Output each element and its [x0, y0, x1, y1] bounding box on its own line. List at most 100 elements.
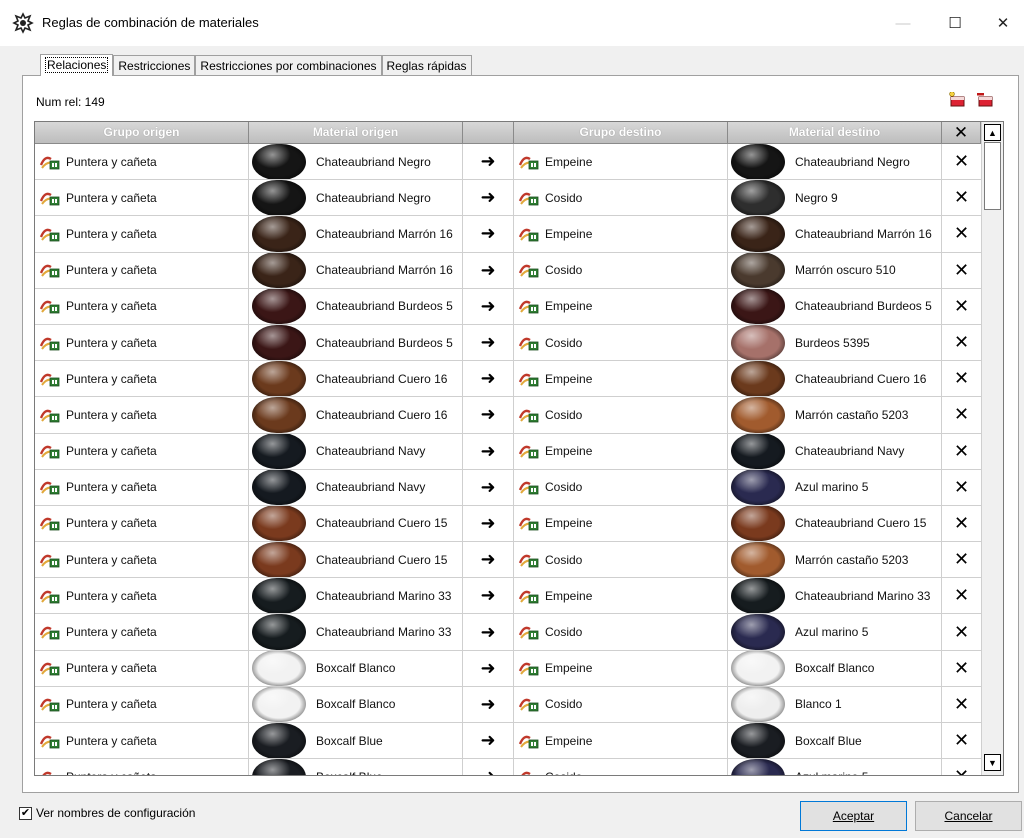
tab-restricciones[interactable]: Restricciones: [113, 55, 196, 76]
cell-grupo-destino[interactable]: Cosido: [514, 469, 728, 505]
scroll-thumb[interactable]: [984, 142, 1001, 210]
cell-delete[interactable]: ✕: [942, 687, 981, 722]
delete-row-icon[interactable]: ✕: [954, 549, 969, 570]
cell-grupo-origen[interactable]: Puntera y cañeta: [35, 469, 249, 505]
cell-grupo-destino[interactable]: Cosido: [514, 252, 728, 288]
delete-row-icon[interactable]: ✕: [954, 187, 969, 208]
cell-material-destino[interactable]: Burdeos 5395: [728, 324, 942, 361]
cell-delete[interactable]: ✕: [942, 397, 981, 432]
table-row[interactable]: Puntera y cañeta Chateaubriand Marrón 16 ➜…: [35, 216, 981, 253]
cell-material-destino[interactable]: Blanco 1: [728, 686, 942, 722]
cell-material-origen[interactable]: Boxcalf Blanco: [249, 686, 463, 722]
scroll-up-button[interactable]: ▲: [984, 124, 1001, 141]
tab-relaciones[interactable]: Relaciones: [40, 54, 114, 76]
cell-delete[interactable]: ✕: [942, 578, 981, 613]
cell-material-origen[interactable]: Chateaubriand Navy: [249, 433, 463, 469]
delete-row-icon[interactable]: ✕: [954, 296, 969, 317]
cell-grupo-origen[interactable]: Puntera y cañeta: [35, 759, 249, 775]
cell-material-origen[interactable]: Chateaubriand Burdeos 5: [249, 288, 463, 324]
cell-grupo-origen[interactable]: Puntera y cañeta: [35, 650, 249, 686]
cell-material-destino[interactable]: Chateaubriand Cuero 16: [728, 361, 942, 397]
cell-grupo-destino[interactable]: Empeine: [514, 361, 728, 397]
cell-grupo-destino[interactable]: Cosido: [514, 614, 728, 650]
cell-grupo-origen[interactable]: Puntera y cañeta: [35, 433, 249, 469]
delete-row-icon[interactable]: ✕: [954, 730, 969, 751]
cell-material-destino[interactable]: Boxcalf Blanco: [728, 650, 942, 686]
delete-row-icon[interactable]: ✕: [954, 223, 969, 244]
cell-material-origen[interactable]: Boxcalf Blue: [249, 723, 463, 759]
cell-material-origen[interactable]: Chateaubriand Cuero 16: [249, 397, 463, 433]
table-row[interactable]: Puntera y cañeta Boxcalf Blanco ➜ Cosido Bla…: [35, 686, 981, 723]
table-row[interactable]: Puntera y cañeta Boxcalf Blue ➜ Empeine Boxc…: [35, 723, 981, 760]
delete-all-button[interactable]: ✕: [942, 122, 981, 144]
delete-row-icon[interactable]: ✕: [954, 694, 969, 715]
cell-grupo-destino[interactable]: Cosido: [514, 324, 728, 361]
cell-grupo-destino[interactable]: Empeine: [514, 144, 728, 180]
cell-grupo-origen[interactable]: Puntera y cañeta: [35, 180, 249, 216]
cell-delete[interactable]: ✕: [942, 542, 981, 577]
cell-grupo-destino[interactable]: Cosido: [514, 686, 728, 722]
cell-grupo-origen[interactable]: Puntera y cañeta: [35, 144, 249, 180]
cell-material-origen[interactable]: Chateaubriand Cuero 15: [249, 505, 463, 542]
cell-grupo-origen[interactable]: Puntera y cañeta: [35, 216, 249, 252]
table-row[interactable]: Puntera y cañeta Boxcalf Blue ➜ Cosido Azul …: [35, 759, 981, 775]
cell-grupo-destino[interactable]: Cosido: [514, 397, 728, 433]
scroll-down-button[interactable]: ▼: [984, 754, 1001, 771]
cell-material-destino[interactable]: Marrón castaño 5203: [728, 397, 942, 433]
cell-grupo-destino[interactable]: Cosido: [514, 542, 728, 578]
cell-delete[interactable]: ✕: [942, 470, 981, 505]
cell-delete[interactable]: ✕: [942, 651, 981, 686]
header-grupo-origen[interactable]: Grupo origen: [35, 122, 249, 144]
vertical-scrollbar[interactable]: ▲ ▼: [981, 122, 1003, 775]
header-material-origen[interactable]: Material origen: [249, 122, 463, 144]
cell-grupo-origen[interactable]: Puntera y cañeta: [35, 288, 249, 324]
cell-material-origen[interactable]: Chateaubriand Marrón 16: [249, 252, 463, 288]
cell-grupo-origen[interactable]: Puntera y cañeta: [35, 324, 249, 361]
cell-grupo-destino[interactable]: Empeine: [514, 288, 728, 324]
cell-delete[interactable]: ✕: [942, 253, 981, 288]
cell-delete[interactable]: ✕: [942, 434, 981, 469]
delete-row-icon[interactable]: ✕: [954, 513, 969, 534]
maximize-button[interactable]: ☐: [932, 6, 978, 40]
cell-material-destino[interactable]: Chateaubriand Burdeos 5: [728, 288, 942, 324]
table-row[interactable]: Puntera y cañeta Chateaubriand Burdeos 5 ➜…: [35, 288, 981, 325]
cell-delete[interactable]: ✕: [942, 325, 981, 360]
delete-row-icon[interactable]: ✕: [954, 404, 969, 425]
delete-row-icon[interactable]: ✕: [954, 658, 969, 679]
cell-material-destino[interactable]: Chateaubriand Negro: [728, 144, 942, 180]
delete-row-icon[interactable]: ✕: [954, 766, 969, 775]
table-row[interactable]: Puntera y cañeta Chateaubriand Burdeos 5 ➜…: [35, 324, 981, 362]
close-button[interactable]: ✕: [980, 6, 1024, 40]
delete-row-icon[interactable]: ✕: [954, 260, 969, 281]
cancel-button[interactable]: Cancelar: [915, 801, 1022, 831]
cell-material-destino[interactable]: Chateaubriand Marino 33: [728, 578, 942, 614]
cell-grupo-origen[interactable]: Puntera y cañeta: [35, 614, 249, 650]
cell-delete[interactable]: ✕: [942, 506, 981, 541]
cell-material-destino[interactable]: Azul marino 5: [728, 759, 942, 775]
cell-material-origen[interactable]: Boxcalf Blue: [249, 759, 463, 775]
tab-restricciones-por-combinaciones[interactable]: Restricciones por combinaciones: [195, 55, 382, 76]
table-row[interactable]: Puntera y cañeta Chateaubriand Negro ➜ Cosi…: [35, 180, 981, 217]
cell-material-destino[interactable]: Marrón oscuro 510: [728, 252, 942, 288]
table-row[interactable]: Puntera y cañeta Chateaubriand Marrón 16 ➜…: [35, 252, 981, 289]
table-row[interactable]: Puntera y cañeta Chateaubriand Marino 33 ➜…: [35, 614, 981, 651]
cell-material-origen[interactable]: Chateaubriand Burdeos 5: [249, 324, 463, 361]
cell-grupo-origen[interactable]: Puntera y cañeta: [35, 505, 249, 542]
table-row[interactable]: Puntera y cañeta Chateaubriand Cuero 16 ➜ C…: [35, 397, 981, 434]
cell-grupo-destino[interactable]: Empeine: [514, 723, 728, 759]
cell-delete[interactable]: ✕: [942, 759, 981, 775]
cell-material-origen[interactable]: Boxcalf Blanco: [249, 650, 463, 686]
table-row[interactable]: Puntera y cañeta Chateaubriand Cuero 15 ➜ E…: [35, 505, 981, 543]
cell-material-origen[interactable]: Chateaubriand Navy: [249, 469, 463, 505]
minimize-button[interactable]: —: [880, 6, 926, 40]
cell-material-destino[interactable]: Chateaubriand Navy: [728, 433, 942, 469]
cell-delete[interactable]: ✕: [942, 216, 981, 251]
delete-row-icon[interactable]: ✕: [954, 151, 969, 172]
cell-grupo-origen[interactable]: Puntera y cañeta: [35, 361, 249, 397]
delete-row-icon[interactable]: ✕: [954, 441, 969, 462]
cell-material-origen[interactable]: Chateaubriand Negro: [249, 180, 463, 216]
show-config-names-checkbox[interactable]: ✔: [19, 807, 32, 820]
cell-grupo-destino[interactable]: Empeine: [514, 433, 728, 469]
delete-row-icon[interactable]: ✕: [954, 622, 969, 643]
cell-grupo-destino[interactable]: Cosido: [514, 759, 728, 775]
